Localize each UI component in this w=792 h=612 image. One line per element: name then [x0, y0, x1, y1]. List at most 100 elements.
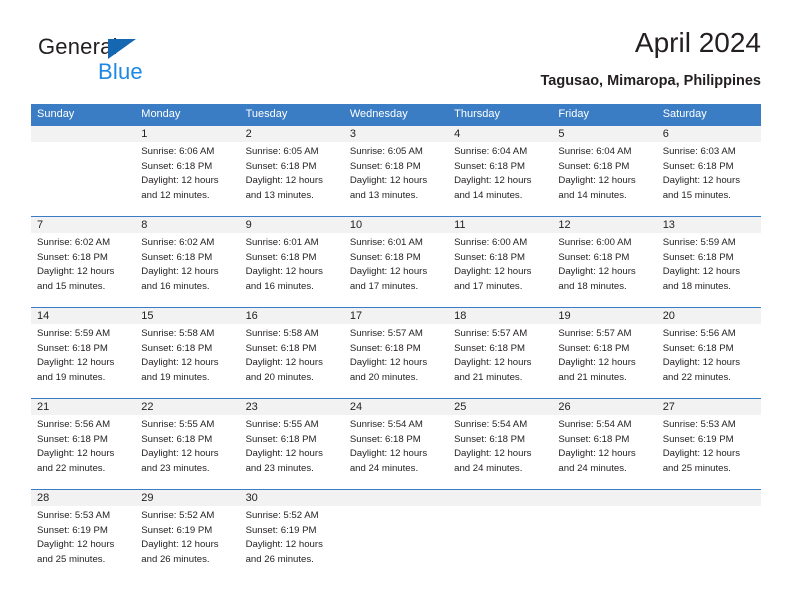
day-cell[interactable]: Sunrise: 5:52 AM Sunset: 6:19 PM Daylight:… [240, 506, 344, 580]
day-number[interactable]: 13 [657, 217, 761, 233]
day-cell[interactable]: Sunrise: 6:03 AM Sunset: 6:18 PM Daylight:… [657, 142, 761, 216]
day-info-line: Sunrise: 6:04 AM [454, 146, 528, 157]
day-number[interactable]: 12 [552, 217, 656, 233]
day-number[interactable]: 7 [31, 217, 135, 233]
day-number[interactable]: 25 [448, 399, 552, 415]
day-cell[interactable]: Sunrise: 5:55 AM Sunset: 6:18 PM Daylight:… [240, 415, 344, 489]
day-number[interactable]: 9 [240, 217, 344, 233]
day-cell[interactable]: Sunrise: 6:04 AM Sunset: 6:18 PM Daylight:… [552, 142, 656, 216]
day-number[interactable]: 24 [344, 399, 448, 415]
day-number[interactable]: 4 [448, 126, 552, 142]
day-number[interactable]: 22 [135, 399, 239, 415]
day-number[interactable]: 28 [31, 490, 135, 506]
day-info-line: Sunset: 6:18 PM [141, 160, 213, 172]
day-info-line: and 16 minutes. [245, 280, 314, 292]
weekday-header-row: Sunday Monday Tuesday Wednesday Thursday Frid… [31, 104, 761, 125]
day-cell[interactable]: Sunrise: 6:01 AM Sunset: 6:18 PM Daylight:… [344, 233, 448, 307]
day-cell[interactable]: Sunrise: 5:56 AM Sunset: 6:18 PM Daylight:… [657, 324, 761, 398]
day-number[interactable]: 23 [240, 399, 344, 415]
day-cell[interactable]: Sunrise: 5:53 AM Sunset: 6:19 PM Daylight:… [657, 415, 761, 489]
day-info-line: and 16 minutes. [141, 280, 210, 292]
day-cell[interactable]: Sunrise: 6:04 AM Sunset: 6:18 PM Daylight:… [448, 142, 552, 216]
day-info-line: Sunset: 6:18 PM [662, 342, 734, 354]
day-cell[interactable]: Sunrise: 6:05 AM Sunset: 6:18 PM Daylight:… [240, 142, 344, 216]
day-number[interactable]: 29 [135, 490, 239, 506]
day-info-line: Sunrise: 6:01 AM [245, 237, 319, 248]
day-number[interactable]: 14 [31, 308, 135, 324]
weekday-header-wednesday: Wednesday [349, 108, 408, 120]
day-info-line: Sunset: 6:18 PM [558, 160, 630, 172]
day-number[interactable]: 20 [657, 308, 761, 324]
day-info-line: and 24 minutes. [454, 462, 523, 474]
day-number[interactable]: 8 [135, 217, 239, 233]
day-cell[interactable]: Sunrise: 6:00 AM Sunset: 6:18 PM Daylight:… [552, 233, 656, 307]
day-number[interactable]: 10 [344, 217, 448, 233]
day-info-line: and 20 minutes. [245, 371, 314, 383]
day-number[interactable]: 30 [240, 490, 344, 506]
day-info-line: Daylight: 12 hours [662, 175, 741, 187]
day-cell[interactable]: Sunrise: 5:54 AM Sunset: 6:18 PM Daylight:… [448, 415, 552, 489]
day-cell[interactable]: Sunrise: 5:55 AM Sunset: 6:18 PM Daylight:… [135, 415, 239, 489]
day-cell[interactable]: Sunrise: 5:58 AM Sunset: 6:18 PM Daylight:… [240, 324, 344, 398]
day-cell[interactable]: Sunrise: 5:57 AM Sunset: 6:18 PM Daylight:… [344, 324, 448, 398]
day-cell[interactable]: Sunrise: 5:59 AM Sunset: 6:18 PM Daylight:… [657, 233, 761, 307]
day-cell-empty [344, 506, 448, 580]
day-cell[interactable]: Sunrise: 5:59 AM Sunset: 6:18 PM Daylight:… [31, 324, 135, 398]
day-info-line: Daylight: 12 hours [349, 175, 428, 187]
day-cell[interactable]: Sunrise: 5:54 AM Sunset: 6:18 PM Daylight:… [552, 415, 656, 489]
day-number[interactable]: 16 [240, 308, 344, 324]
day-number[interactable]: 1 [135, 126, 239, 142]
day-info-line: Sunset: 6:18 PM [245, 433, 317, 445]
day-cell[interactable]: Sunrise: 6:06 AM Sunset: 6:18 PM Daylight:… [135, 142, 239, 216]
day-info-line: Sunrise: 5:52 AM [141, 510, 215, 521]
day-cell[interactable]: Sunrise: 5:54 AM Sunset: 6:18 PM Daylight:… [344, 415, 448, 489]
day-info-line: Sunrise: 6:01 AM [349, 237, 423, 248]
day-number[interactable]: 18 [448, 308, 552, 324]
day-cell[interactable]: Sunrise: 5:58 AM Sunset: 6:18 PM Daylight:… [135, 324, 239, 398]
day-number[interactable]: 27 [657, 399, 761, 415]
day-info-line: Daylight: 12 hours [349, 266, 428, 278]
day-info-line: Daylight: 12 hours [558, 266, 636, 278]
day-number-empty [31, 126, 135, 142]
day-cell[interactable]: Sunrise: 6:02 AM Sunset: 6:18 PM Daylight:… [31, 233, 135, 307]
day-number[interactable]: 3 [344, 126, 448, 142]
day-info-line: Sunset: 6:18 PM [245, 251, 317, 263]
day-info-line: Sunset: 6:18 PM [454, 342, 526, 354]
day-info-line: Daylight: 12 hours [245, 539, 323, 551]
day-info-line: and 14 minutes. [558, 189, 627, 201]
day-number[interactable]: 11 [448, 217, 552, 233]
day-info-line: Daylight: 12 hours [349, 357, 428, 369]
day-cell[interactable]: Sunrise: 6:05 AM Sunset: 6:18 PM Daylight:… [344, 142, 448, 216]
day-number[interactable]: 2 [240, 126, 344, 142]
weekday-header-monday: Monday [141, 108, 181, 120]
day-info-line: Sunrise: 6:05 AM [245, 146, 319, 157]
day-info-line: Sunrise: 5:52 AM [245, 510, 319, 521]
day-number[interactable]: 19 [552, 308, 656, 324]
day-cell[interactable]: Sunrise: 6:01 AM Sunset: 6:18 PM Daylight:… [240, 233, 344, 307]
day-info-line: Sunset: 6:18 PM [245, 342, 317, 354]
day-cell[interactable]: Sunrise: 5:56 AM Sunset: 6:18 PM Daylight:… [31, 415, 135, 489]
day-number[interactable]: 5 [552, 126, 656, 142]
day-info-line: Sunrise: 5:59 AM [662, 237, 736, 248]
day-cell[interactable]: Sunrise: 6:00 AM Sunset: 6:18 PM Daylight:… [448, 233, 552, 307]
day-cell[interactable]: Sunrise: 5:52 AM Sunset: 6:19 PM Daylight:… [135, 506, 239, 580]
day-number-band: 123456 [31, 126, 761, 142]
day-info-line: Daylight: 12 hours [141, 357, 219, 369]
day-number[interactable]: 21 [31, 399, 135, 415]
day-info-line: and 12 minutes. [141, 189, 210, 201]
day-info-line: Sunrise: 5:56 AM [37, 419, 111, 430]
day-cell[interactable]: Sunrise: 5:53 AM Sunset: 6:19 PM Daylight:… [31, 506, 135, 580]
weekday-header-tuesday: Tuesday [245, 108, 288, 120]
day-cell[interactable]: Sunrise: 5:57 AM Sunset: 6:18 PM Daylight:… [448, 324, 552, 398]
day-info-line: Sunrise: 5:54 AM [349, 419, 423, 430]
day-number[interactable]: 26 [552, 399, 656, 415]
day-number[interactable]: 15 [135, 308, 239, 324]
day-cell[interactable]: Sunrise: 6:02 AM Sunset: 6:18 PM Daylight:… [135, 233, 239, 307]
day-number[interactable]: 6 [657, 126, 761, 142]
day-info-line: Sunset: 6:19 PM [37, 524, 108, 536]
weekday-header-sunday: Sunday [37, 108, 75, 120]
day-number[interactable]: 17 [344, 308, 448, 324]
calendar-grid: Sunday Monday Tuesday Wednesday Thursday Frid… [31, 104, 761, 580]
day-cell[interactable]: Sunrise: 5:57 AM Sunset: 6:18 PM Daylight:… [552, 324, 656, 398]
day-info-line: Sunrise: 5:57 AM [558, 328, 632, 339]
